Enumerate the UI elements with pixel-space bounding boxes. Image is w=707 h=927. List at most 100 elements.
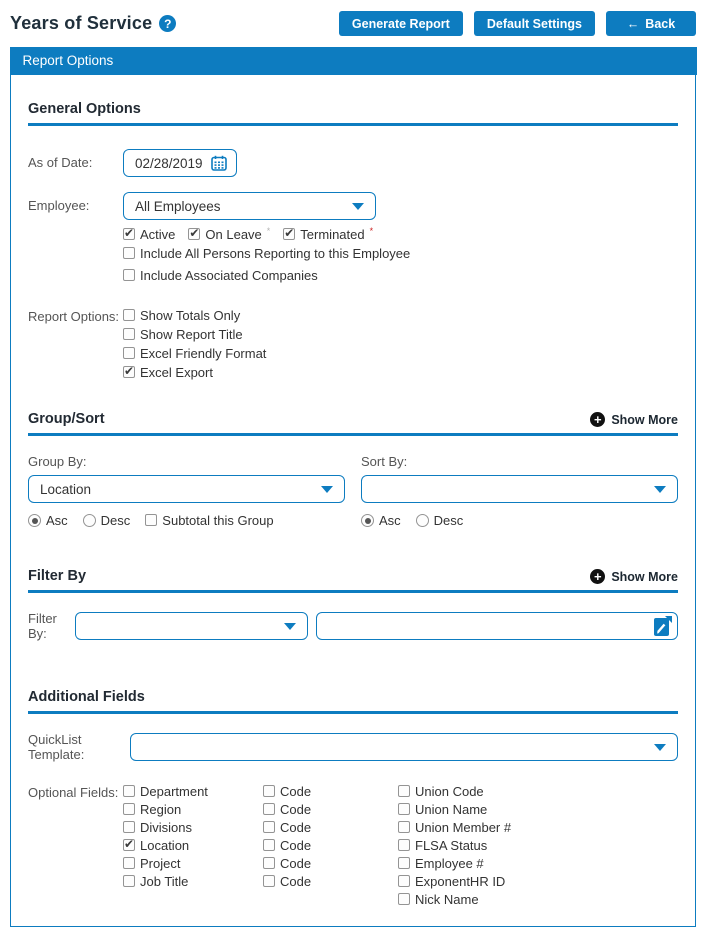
- sort-by-select[interactable]: [361, 475, 678, 503]
- group-sort-show-more[interactable]: + Show More: [590, 412, 678, 433]
- chevron-down-icon: [284, 622, 296, 630]
- checkbox-union-name[interactable]: Union Name: [398, 802, 678, 817]
- checkbox-label: Terminated: [300, 227, 365, 242]
- checkbox-label: Code: [280, 856, 312, 871]
- checkbox-terminated[interactable]: Terminated *: [283, 226, 373, 242]
- checkbox-box: [263, 821, 275, 833]
- chevron-down-icon: [321, 485, 333, 493]
- back-arrow-icon: ←: [626, 16, 640, 31]
- checkbox-label: Union Code: [415, 784, 484, 799]
- checkbox-include-reporting[interactable]: Include All Persons Reporting to this Em…: [123, 246, 410, 261]
- employee-select-value: All Employees: [135, 198, 221, 214]
- employee-select[interactable]: All Employees: [123, 192, 376, 220]
- checkbox-label: Code: [280, 820, 312, 835]
- checkbox-box: [398, 893, 410, 905]
- checkbox-box: [398, 821, 410, 833]
- checkbox-region[interactable]: Region: [123, 802, 263, 817]
- checkbox-label: Subtotal this Group: [162, 513, 274, 528]
- group-by-desc-radio[interactable]: Desc: [82, 513, 131, 528]
- filter-by-select[interactable]: [75, 612, 308, 640]
- checkbox-label: FLSA Status: [415, 838, 488, 853]
- checkbox-label: Region: [140, 802, 182, 817]
- sort-by-desc-radio[interactable]: Desc: [415, 513, 463, 528]
- checkbox-label: ExponentHR ID: [415, 874, 506, 889]
- checkbox-job-title-code[interactable]: Code: [263, 874, 398, 889]
- checkbox-label: Location: [140, 838, 190, 853]
- checkbox-on-leave[interactable]: On Leave *: [188, 226, 270, 242]
- checkbox-box: [123, 226, 135, 241]
- checkbox-box: [123, 309, 135, 321]
- checkbox-label: Employee #: [415, 856, 484, 871]
- checkbox-show-totals-only[interactable]: Show Totals Only: [123, 308, 266, 323]
- filter-by-show-more[interactable]: + Show More: [590, 569, 678, 590]
- checkbox-exponenthr-id[interactable]: ExponentHR ID: [398, 874, 678, 889]
- checkbox-box: [263, 875, 275, 887]
- show-more-label: Show More: [611, 569, 678, 584]
- checkbox-divisions-code[interactable]: Code: [263, 820, 398, 835]
- as-of-date-label: As of Date:: [28, 155, 93, 170]
- checkbox-label: Excel Friendly Format: [140, 346, 267, 361]
- sort-by-asc-radio[interactable]: Asc: [361, 513, 401, 528]
- checkbox-excel-export[interactable]: Excel Export: [123, 364, 266, 380]
- help-icon[interactable]: ?: [159, 15, 177, 32]
- plus-circle-icon: +: [590, 569, 606, 584]
- back-button[interactable]: ← Back: [606, 11, 696, 36]
- checkbox-department[interactable]: Department: [123, 784, 263, 799]
- checkbox-box: [263, 803, 275, 815]
- radio-dot: [361, 514, 374, 527]
- checkbox-divisions[interactable]: Divisions: [123, 820, 263, 835]
- checkbox-union-member[interactable]: Union Member #: [398, 820, 678, 835]
- checkbox-label: Union Name: [415, 802, 488, 817]
- generate-report-button[interactable]: Generate Report: [338, 11, 463, 36]
- radio-label: Desc: [100, 513, 131, 528]
- checkbox-box: [123, 347, 135, 359]
- checkbox-label: Code: [280, 838, 312, 853]
- filter-value-input[interactable]: [316, 612, 678, 640]
- checkbox-box: [398, 785, 410, 797]
- checkbox-job-title[interactable]: Job Title: [123, 874, 263, 889]
- group-by-select[interactable]: Location: [28, 475, 345, 503]
- group-by-label: Group By:: [28, 454, 87, 469]
- checkbox-flsa-status[interactable]: FLSA Status: [398, 838, 678, 853]
- plus-circle-icon: +: [590, 412, 606, 427]
- as-of-date-input[interactable]: 02/28/2019: [123, 149, 237, 177]
- panel-content: General Options As of Date: 02/28/2019 E…: [11, 101, 695, 926]
- checkbox-box: [123, 837, 135, 852]
- checkbox-label: Job Title: [140, 874, 189, 889]
- calendar-icon[interactable]: [210, 155, 227, 171]
- back-button-label: Back: [645, 16, 676, 31]
- quicklist-template-select[interactable]: [130, 733, 678, 761]
- radio-label: Asc: [379, 513, 401, 528]
- checkbox-excel-friendly-format[interactable]: Excel Friendly Format: [123, 346, 266, 361]
- header-actions: Generate Report Default Settings ← Back: [338, 11, 696, 36]
- checkbox-box: [398, 857, 410, 869]
- checkbox-box: [263, 839, 275, 851]
- edit-list-icon[interactable]: [653, 615, 672, 637]
- radio-label: Asc: [46, 513, 68, 528]
- checkbox-box: [123, 785, 135, 797]
- checkbox-label: Project: [140, 856, 181, 871]
- section-underline: [28, 123, 678, 126]
- checkbox-department-code[interactable]: Code: [263, 784, 398, 799]
- filter-by-label: Filter By:: [28, 611, 57, 641]
- optional-fields-label: Optional Fields:: [28, 785, 119, 800]
- checkbox-region-code[interactable]: Code: [263, 802, 398, 817]
- default-settings-button[interactable]: Default Settings: [473, 11, 595, 36]
- checkbox-subtotal-this-group[interactable]: Subtotal this Group: [145, 513, 274, 528]
- quicklist-template-label: QuickList Template:: [28, 732, 85, 762]
- checkbox-active[interactable]: Active: [123, 226, 175, 242]
- checkbox-location-code[interactable]: Code: [263, 838, 398, 853]
- checkbox-include-companies[interactable]: Include Associated Companies: [123, 268, 318, 283]
- checkbox-box: [123, 364, 135, 379]
- panel-title: Report Options: [22, 53, 114, 68]
- checkbox-show-report-title[interactable]: Show Report Title: [123, 327, 266, 342]
- group-by-select-value: Location: [40, 481, 92, 497]
- checkbox-location[interactable]: Location: [123, 837, 263, 853]
- report-options-panel: Report Options General Options As of Dat…: [9, 47, 697, 927]
- checkbox-union-code[interactable]: Union Code: [398, 784, 678, 799]
- page-title: Years of Service: [10, 13, 153, 33]
- group-by-asc-radio[interactable]: Asc: [28, 513, 68, 528]
- page: Years of Service ? Generate Report Defau…: [0, 0, 707, 927]
- checkbox-nick-name[interactable]: Nick Name: [398, 892, 678, 907]
- optional-fields-column-3: Union Code Union Name Union Member # FLS…: [398, 784, 678, 910]
